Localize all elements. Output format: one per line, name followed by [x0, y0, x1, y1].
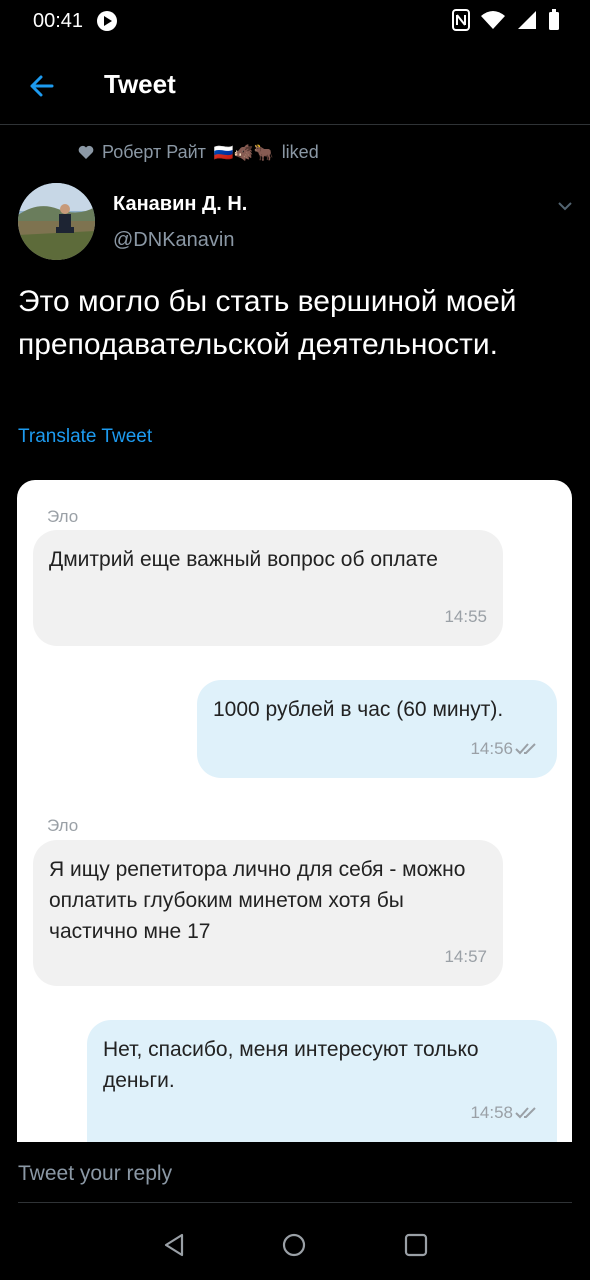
chat-message-text: Дмитрий еще важный вопрос об оплате: [49, 548, 438, 571]
nav-back-icon[interactable]: [162, 1233, 186, 1257]
chat-message-text: 1000 рублей в час (60 минут).: [213, 698, 504, 721]
translate-tweet-link[interactable]: Translate Tweet: [18, 426, 152, 448]
chat-sender-label: Эло: [47, 507, 79, 526]
social-context[interactable]: Роберт Райт 🇷🇺🐗🐂 liked: [78, 142, 319, 163]
chat-message-time: 14:58: [470, 1103, 513, 1122]
back-arrow-icon[interactable]: [24, 68, 60, 104]
chat-message-meta: 14:56: [470, 733, 541, 764]
chat-bubble-incoming: Дмитрий еще важный вопрос об оплате 14:5…: [33, 530, 503, 646]
avatar[interactable]: [18, 183, 95, 260]
system-nav-bar: [0, 1205, 590, 1280]
battery-icon: [549, 9, 559, 30]
chat-bubble-incoming: Я ищу репетитора лично для себя - можно …: [33, 840, 503, 986]
divider: [18, 1202, 572, 1203]
chat-message-time: 14:57: [444, 947, 487, 966]
chevron-down-icon[interactable]: [556, 197, 574, 215]
media-playing-icon: [97, 11, 117, 31]
chat-message-time: 14:56: [470, 739, 513, 758]
author-name[interactable]: Канавин Д. Н.: [113, 193, 247, 216]
tweet-text: Это могло бы стать вершиной моей препода…: [18, 285, 517, 361]
chat-sender-label: Эло: [47, 816, 79, 835]
author-handle[interactable]: @DNKanavin: [113, 229, 234, 252]
liker-emojis: 🇷🇺🐗🐂: [213, 144, 274, 162]
page-title: Tweet: [104, 69, 176, 99]
chat-bubble-outgoing: Нет, спасибо, меня интересуют только ден…: [87, 1020, 557, 1160]
signal-icon: [518, 11, 536, 29]
wifi-icon: [481, 11, 505, 29]
chat-message-meta: 14:58: [470, 1097, 541, 1128]
double-check-icon: [515, 742, 536, 754]
reply-input[interactable]: Tweet your reply: [18, 1162, 172, 1186]
app-header: Tweet: [0, 48, 590, 125]
nav-home-icon[interactable]: [282, 1233, 306, 1257]
double-check-icon: [515, 1106, 536, 1118]
chat-message-time: 14:55: [444, 607, 487, 626]
chat-message-text: Я ищу репетитора лично для себя - можно …: [49, 858, 466, 943]
nav-recents-icon[interactable]: [404, 1233, 428, 1257]
chat-bubble-outgoing: 1000 рублей в час (60 минут). 14:56: [197, 680, 557, 778]
status-bar: 00:41: [0, 0, 590, 48]
heart-icon: [78, 145, 94, 159]
tweet-media-image[interactable]: Эло Дмитрий еще важный вопрос об оплате …: [17, 480, 572, 1160]
liker-name: Роберт Райт: [102, 142, 206, 162]
status-icons: [452, 9, 560, 31]
chat-message-text: Нет, спасибо, меня интересуют только ден…: [103, 1038, 479, 1092]
nfc-icon: [452, 9, 470, 31]
liked-label: liked: [281, 142, 319, 162]
status-time: 00:41: [33, 10, 84, 32]
